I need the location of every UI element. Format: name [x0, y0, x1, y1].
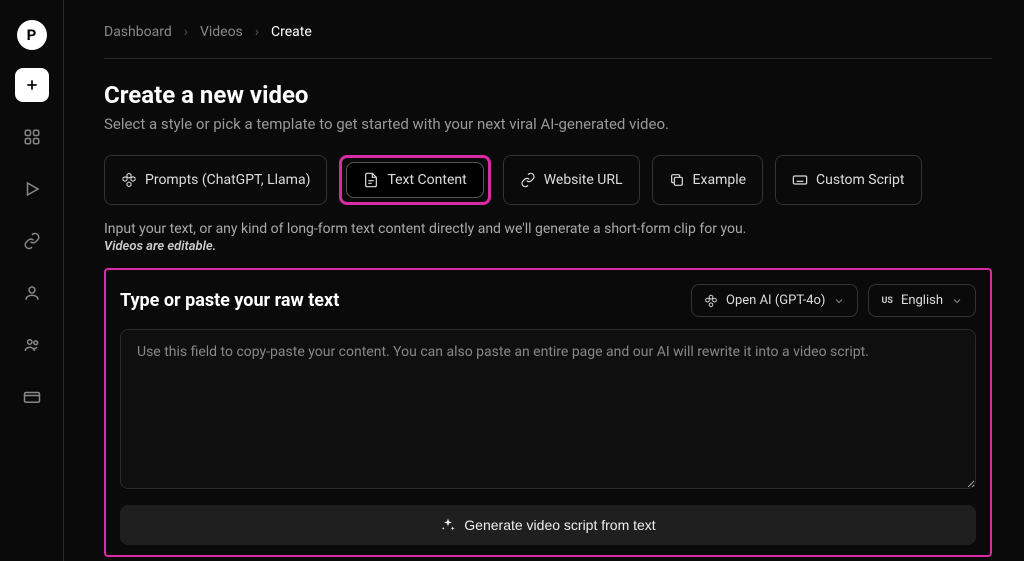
breadcrumb: Dashboard › Videos › Create: [104, 24, 992, 59]
tab-custom-script[interactable]: Custom Script: [775, 155, 921, 205]
language-label: English: [901, 293, 943, 308]
generate-button[interactable]: Generate video script from text: [120, 505, 976, 545]
text-content-panel: Type or paste your raw text Open AI (GPT…: [104, 268, 992, 557]
main-content: Dashboard › Videos › Create Create a new…: [64, 0, 1024, 561]
breadcrumb-item-videos[interactable]: Videos: [200, 24, 243, 40]
app-logo[interactable]: P: [17, 20, 47, 50]
breadcrumb-item-dashboard[interactable]: Dashboard: [104, 24, 172, 40]
copy-icon: [669, 172, 685, 188]
tab-example[interactable]: Example: [652, 155, 763, 205]
link-icon: [520, 172, 536, 188]
sidebar-item-team[interactable]: [15, 328, 49, 362]
chevron-right-icon: ›: [184, 24, 188, 40]
tab-label: Example: [693, 172, 746, 188]
model-label: Open AI (GPT-4o): [726, 293, 825, 308]
file-text-icon: [363, 172, 379, 188]
openai-icon: [704, 294, 718, 308]
helper-note: Videos are editable.: [104, 239, 992, 254]
create-button[interactable]: [15, 68, 49, 102]
grid-icon: [23, 128, 41, 146]
plus-icon: [24, 77, 40, 93]
sidebar: P: [0, 0, 64, 561]
tab-label: Custom Script: [816, 172, 904, 188]
sparkle-icon: [440, 517, 456, 533]
page-subtitle: Select a style or pick a template to get…: [104, 115, 992, 133]
panel-title: Type or paste your raw text: [120, 290, 339, 311]
tab-website-url[interactable]: Website URL: [503, 155, 640, 205]
page-title: Create a new video: [104, 81, 992, 109]
raw-text-input[interactable]: [120, 329, 976, 489]
sidebar-item-links[interactable]: [15, 224, 49, 258]
logo-letter: P: [27, 26, 37, 44]
breadcrumb-item-create: Create: [271, 24, 312, 40]
users-icon: [23, 336, 41, 354]
model-select[interactable]: Open AI (GPT-4o): [691, 284, 858, 317]
sidebar-item-billing[interactable]: [15, 380, 49, 414]
tab-label: Prompts (ChatGPT, Llama): [145, 172, 310, 188]
helper-text: Input your text, or any kind of long-for…: [104, 221, 992, 237]
chevron-down-icon: [833, 295, 845, 307]
flag-icon: US: [881, 296, 892, 306]
tab-prompts[interactable]: Prompts (ChatGPT, Llama): [104, 155, 327, 205]
tab-label: Text Content: [387, 172, 466, 188]
link-icon: [23, 232, 41, 250]
openai-icon: [121, 172, 137, 188]
sidebar-item-profile[interactable]: [15, 276, 49, 310]
tab-text-content[interactable]: Text Content: [346, 162, 483, 198]
keyboard-icon: [792, 172, 808, 188]
play-icon: [23, 180, 41, 198]
panel-header: Type or paste your raw text Open AI (GPT…: [120, 284, 976, 317]
chevron-right-icon: ›: [255, 24, 259, 40]
generate-label: Generate video script from text: [464, 517, 655, 533]
sidebar-item-dashboard[interactable]: [15, 120, 49, 154]
language-select[interactable]: US English: [868, 284, 976, 317]
tab-text-content-highlight: Text Content: [339, 155, 490, 205]
panel-selectors: Open AI (GPT-4o) US English: [691, 284, 976, 317]
style-tabs: Prompts (ChatGPT, Llama) Text Content We…: [104, 155, 992, 205]
user-icon: [23, 284, 41, 302]
card-icon: [23, 388, 41, 406]
chevron-down-icon: [951, 295, 963, 307]
tab-label: Website URL: [544, 172, 623, 188]
sidebar-item-videos[interactable]: [15, 172, 49, 206]
